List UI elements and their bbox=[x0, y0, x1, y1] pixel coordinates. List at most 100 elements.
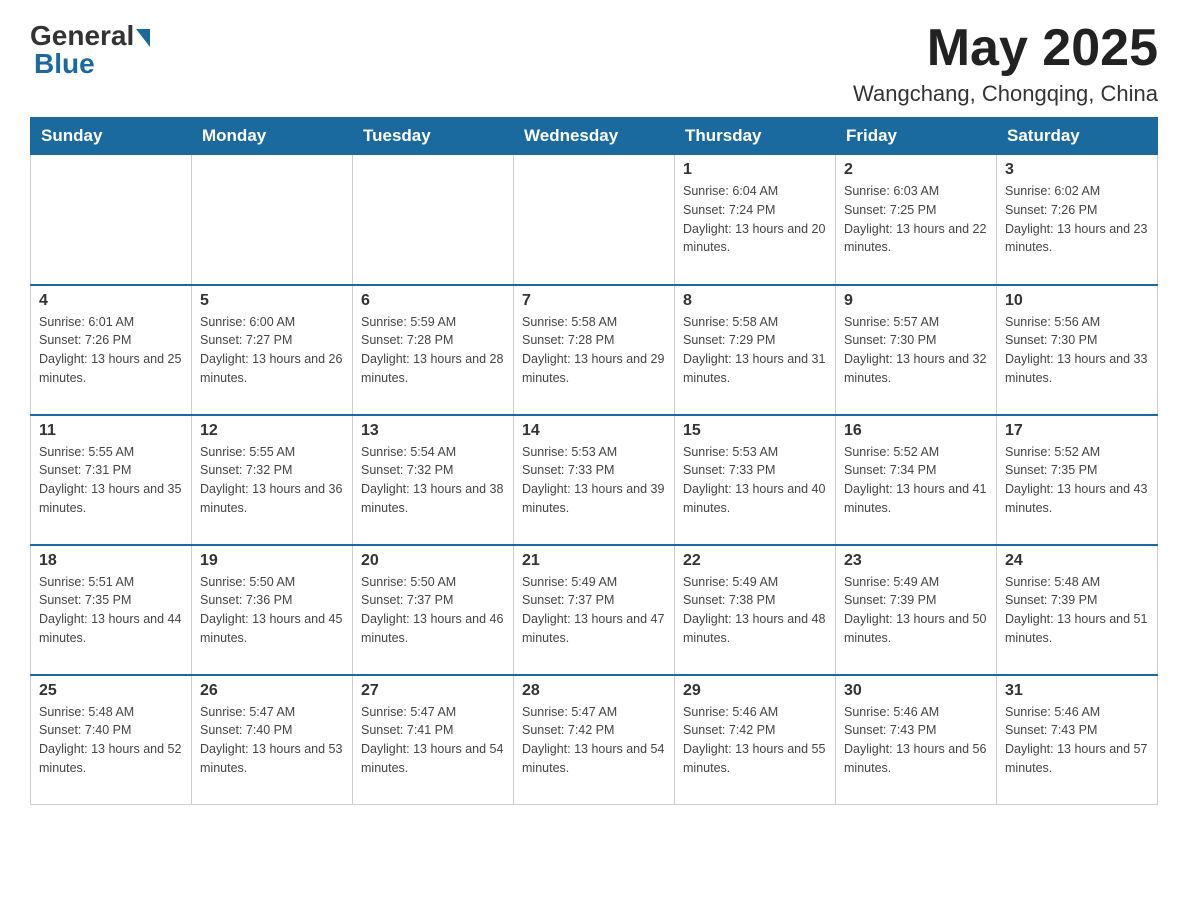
calendar-header-sunday: Sunday bbox=[31, 118, 192, 155]
day-info: Sunrise: 5:50 AMSunset: 7:37 PMDaylight:… bbox=[361, 573, 505, 648]
day-number: 19 bbox=[200, 552, 344, 570]
day-number: 16 bbox=[844, 422, 988, 440]
day-info: Sunrise: 5:59 AMSunset: 7:28 PMDaylight:… bbox=[361, 313, 505, 388]
day-info: Sunrise: 5:47 AMSunset: 7:42 PMDaylight:… bbox=[522, 703, 666, 778]
day-info: Sunrise: 5:47 AMSunset: 7:41 PMDaylight:… bbox=[361, 703, 505, 778]
day-number: 21 bbox=[522, 552, 666, 570]
day-info: Sunrise: 5:49 AMSunset: 7:37 PMDaylight:… bbox=[522, 573, 666, 648]
day-info: Sunrise: 5:58 AMSunset: 7:29 PMDaylight:… bbox=[683, 313, 827, 388]
calendar-table: SundayMondayTuesdayWednesdayThursdayFrid… bbox=[30, 117, 1158, 805]
calendar-cell: 10 Sunrise: 5:56 AMSunset: 7:30 PMDayligh… bbox=[997, 285, 1158, 415]
calendar-cell: 5Sunrise: 6:00 AMSunset: 7:27 PMDaylight… bbox=[192, 285, 353, 415]
day-info: Sunrise: 5:54 AMSunset: 7:32 PMDaylight:… bbox=[361, 443, 505, 518]
day-number: 1 bbox=[683, 161, 827, 179]
logo: General Blue bbox=[30, 20, 150, 80]
calendar-header-friday: Friday bbox=[836, 118, 997, 155]
day-number: 10 bbox=[1005, 292, 1149, 310]
calendar-cell: 16 Sunrise: 5:52 AMSunset: 7:34 PMDayligh… bbox=[836, 415, 997, 545]
calendar-cell: 13 Sunrise: 5:54 AMSunset: 7:32 PMDayligh… bbox=[353, 415, 514, 545]
day-number: 28 bbox=[522, 682, 666, 700]
day-info: Sunrise: 5:52 AMSunset: 7:34 PMDaylight:… bbox=[844, 443, 988, 518]
day-info: Sunrise: 5:57 AMSunset: 7:30 PMDaylight:… bbox=[844, 313, 988, 388]
calendar-cell: 14 Sunrise: 5:53 AMSunset: 7:33 PMDayligh… bbox=[514, 415, 675, 545]
calendar-cell: 22 Sunrise: 5:49 AMSunset: 7:38 PMDayligh… bbox=[675, 545, 836, 675]
day-info: Sunrise: 5:49 AMSunset: 7:38 PMDaylight:… bbox=[683, 573, 827, 648]
day-number: 3 bbox=[1005, 161, 1149, 179]
page-header: General Blue May 2025 Wangchang, Chongqi… bbox=[30, 20, 1158, 107]
day-info: Sunrise: 5:53 AMSunset: 7:33 PMDaylight:… bbox=[522, 443, 666, 518]
day-number: 26 bbox=[200, 682, 344, 700]
calendar-cell: 17Sunrise: 5:52 AMSunset: 7:35 PMDayligh… bbox=[997, 415, 1158, 545]
calendar-cell: 31Sunrise: 5:46 AMSunset: 7:43 PMDayligh… bbox=[997, 675, 1158, 805]
logo-blue-text: Blue bbox=[30, 48, 95, 80]
day-number: 23 bbox=[844, 552, 988, 570]
day-info: Sunrise: 6:04 AMSunset: 7:24 PMDaylight:… bbox=[683, 182, 827, 257]
day-number: 9 bbox=[844, 292, 988, 310]
day-info: Sunrise: 5:46 AMSunset: 7:43 PMDaylight:… bbox=[844, 703, 988, 778]
calendar-cell: 20Sunrise: 5:50 AMSunset: 7:37 PMDayligh… bbox=[353, 545, 514, 675]
calendar-cell: 29Sunrise: 5:46 AMSunset: 7:42 PMDayligh… bbox=[675, 675, 836, 805]
day-number: 12 bbox=[200, 422, 344, 440]
calendar-cell: 25 Sunrise: 5:48 AMSunset: 7:40 PMDayligh… bbox=[31, 675, 192, 805]
calendar-cell: 7 Sunrise: 5:58 AMSunset: 7:28 PMDaylight… bbox=[514, 285, 675, 415]
calendar-cell: 1 Sunrise: 6:04 AMSunset: 7:24 PMDaylight… bbox=[675, 155, 836, 285]
day-number: 5 bbox=[200, 292, 344, 310]
calendar-cell bbox=[31, 155, 192, 285]
calendar-cell: 27 Sunrise: 5:47 AMSunset: 7:41 PMDayligh… bbox=[353, 675, 514, 805]
calendar-header-thursday: Thursday bbox=[675, 118, 836, 155]
day-info: Sunrise: 5:55 AMSunset: 7:31 PMDaylight:… bbox=[39, 443, 183, 518]
day-number: 18 bbox=[39, 552, 183, 570]
day-info: Sunrise: 5:58 AMSunset: 7:28 PMDaylight:… bbox=[522, 313, 666, 388]
calendar-cell: 11 Sunrise: 5:55 AMSunset: 7:31 PMDayligh… bbox=[31, 415, 192, 545]
calendar-header-row: SundayMondayTuesdayWednesdayThursdayFrid… bbox=[31, 118, 1158, 155]
day-number: 7 bbox=[522, 292, 666, 310]
day-info: Sunrise: 5:48 AMSunset: 7:39 PMDaylight:… bbox=[1005, 573, 1149, 648]
calendar-header-monday: Monday bbox=[192, 118, 353, 155]
calendar-cell bbox=[514, 155, 675, 285]
day-info: Sunrise: 5:49 AMSunset: 7:39 PMDaylight:… bbox=[844, 573, 988, 648]
calendar-week-row: 11 Sunrise: 5:55 AMSunset: 7:31 PMDayligh… bbox=[31, 415, 1158, 545]
calendar-cell: 28 Sunrise: 5:47 AMSunset: 7:42 PMDayligh… bbox=[514, 675, 675, 805]
day-number: 22 bbox=[683, 552, 827, 570]
calendar-header-saturday: Saturday bbox=[997, 118, 1158, 155]
month-title: May 2025 bbox=[853, 20, 1158, 77]
calendar-cell: 6 Sunrise: 5:59 AMSunset: 7:28 PMDaylight… bbox=[353, 285, 514, 415]
calendar-header-tuesday: Tuesday bbox=[353, 118, 514, 155]
calendar-cell: 4 Sunrise: 6:01 AMSunset: 7:26 PMDaylight… bbox=[31, 285, 192, 415]
day-info: Sunrise: 5:51 AMSunset: 7:35 PMDaylight:… bbox=[39, 573, 183, 648]
location-text: Wangchang, Chongqing, China bbox=[853, 81, 1158, 107]
day-number: 2 bbox=[844, 161, 988, 179]
day-info: Sunrise: 5:50 AMSunset: 7:36 PMDaylight:… bbox=[200, 573, 344, 648]
day-number: 25 bbox=[39, 682, 183, 700]
calendar-cell: 12Sunrise: 5:55 AMSunset: 7:32 PMDayligh… bbox=[192, 415, 353, 545]
calendar-week-row: 25 Sunrise: 5:48 AMSunset: 7:40 PMDayligh… bbox=[31, 675, 1158, 805]
day-number: 27 bbox=[361, 682, 505, 700]
calendar-cell: 26Sunrise: 5:47 AMSunset: 7:40 PMDayligh… bbox=[192, 675, 353, 805]
day-info: Sunrise: 5:52 AMSunset: 7:35 PMDaylight:… bbox=[1005, 443, 1149, 518]
day-number: 13 bbox=[361, 422, 505, 440]
day-number: 6 bbox=[361, 292, 505, 310]
calendar-cell: 15Sunrise: 5:53 AMSunset: 7:33 PMDayligh… bbox=[675, 415, 836, 545]
calendar-cell: 30 Sunrise: 5:46 AMSunset: 7:43 PMDayligh… bbox=[836, 675, 997, 805]
calendar-cell: 9 Sunrise: 5:57 AMSunset: 7:30 PMDaylight… bbox=[836, 285, 997, 415]
day-number: 14 bbox=[522, 422, 666, 440]
day-number: 15 bbox=[683, 422, 827, 440]
calendar-cell bbox=[353, 155, 514, 285]
day-number: 24 bbox=[1005, 552, 1149, 570]
day-number: 30 bbox=[844, 682, 988, 700]
day-info: Sunrise: 6:02 AMSunset: 7:26 PMDaylight:… bbox=[1005, 182, 1149, 257]
calendar-header-wednesday: Wednesday bbox=[514, 118, 675, 155]
day-number: 4 bbox=[39, 292, 183, 310]
logo-triangle-icon bbox=[136, 29, 150, 47]
day-info: Sunrise: 6:01 AMSunset: 7:26 PMDaylight:… bbox=[39, 313, 183, 388]
day-info: Sunrise: 5:48 AMSunset: 7:40 PMDaylight:… bbox=[39, 703, 183, 778]
calendar-cell: 23 Sunrise: 5:49 AMSunset: 7:39 PMDayligh… bbox=[836, 545, 997, 675]
calendar-week-row: 1 Sunrise: 6:04 AMSunset: 7:24 PMDaylight… bbox=[31, 155, 1158, 285]
calendar-cell: 8Sunrise: 5:58 AMSunset: 7:29 PMDaylight… bbox=[675, 285, 836, 415]
calendar-week-row: 18 Sunrise: 5:51 AMSunset: 7:35 PMDayligh… bbox=[31, 545, 1158, 675]
day-info: Sunrise: 5:56 AMSunset: 7:30 PMDaylight:… bbox=[1005, 313, 1149, 388]
calendar-cell: 2Sunrise: 6:03 AMSunset: 7:25 PMDaylight… bbox=[836, 155, 997, 285]
calendar-cell bbox=[192, 155, 353, 285]
title-section: May 2025 Wangchang, Chongqing, China bbox=[853, 20, 1158, 107]
day-number: 11 bbox=[39, 422, 183, 440]
